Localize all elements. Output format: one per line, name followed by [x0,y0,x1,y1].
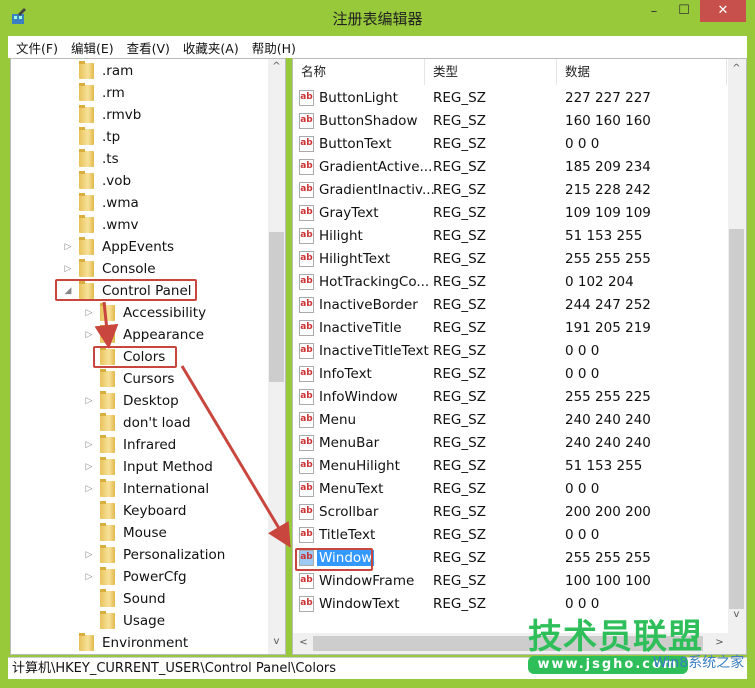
watermark-sub: Win8系统之家 [653,655,745,671]
annotation-arrows [94,301,291,548]
watermark-title: 技术员联盟 [528,617,703,657]
watermark-logo: 技术员联盟 www.jsgho.com Win8系统之家 [528,617,744,684]
arrow-to-window [180,365,291,548]
arrow-to-colors [94,301,119,349]
